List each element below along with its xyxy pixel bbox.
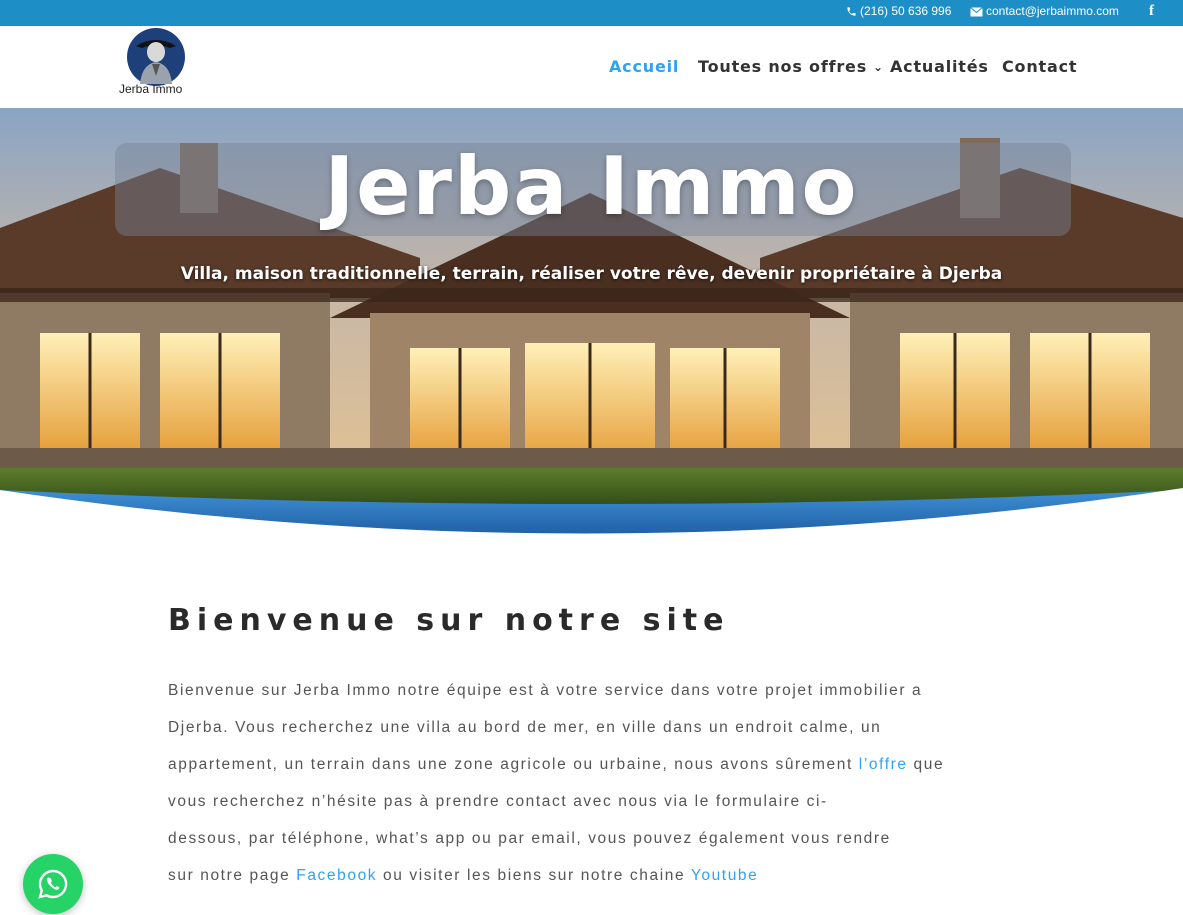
logo-text: Jerba Immo (119, 82, 183, 96)
phone-link[interactable]: (216) 50 636 996 (846, 0, 951, 22)
paragraph-text: sur notre page (168, 867, 297, 884)
paragraph-line: Bienvenue sur Jerba Immo notre équipe es… (168, 672, 998, 709)
paragraph-text: dessous, par téléphone, what’s app ou pa… (168, 830, 891, 847)
paragraph-line: dessous, par téléphone, what’s app ou pa… (168, 820, 998, 857)
email-address: contact@jerbaimmo.com (986, 4, 1119, 18)
phone-number: (216) 50 636 996 (860, 4, 952, 18)
envelope-icon (970, 7, 983, 17)
logo-mark-icon (127, 28, 185, 86)
top-bar: (216) 50 636 996 contact@jerbaimmo.com f (0, 0, 1183, 26)
hero-title: Jerba Immo (324, 140, 859, 233)
hero-subtitle: Villa, maison traditionnelle, terrain, r… (180, 264, 1003, 284)
whatsapp-button[interactable] (23, 854, 83, 914)
email-link[interactable]: contact@jerbaimmo.com (970, 0, 1119, 22)
youtube-link[interactable]: Youtube (691, 867, 759, 884)
paragraph-line: sur notre page Facebook ou visiter les b… (168, 857, 998, 894)
site-header: Jerba Immo Accueil Toutes nos offres ⌄ Ac… (0, 26, 1183, 108)
facebook-icon[interactable]: f (1149, 0, 1154, 22)
paragraph-text: vous recherchez n’hésite pas à prendre c… (168, 793, 828, 810)
paragraph-line: vous recherchez n’hésite pas à prendre c… (168, 783, 998, 820)
welcome-heading: Bienvenue sur notre site (168, 603, 730, 638)
paragraph-text: que (907, 756, 945, 773)
paragraph-text: ou visiter les biens sur notre chaine (377, 867, 691, 884)
nav-item-contact[interactable]: Contact (1002, 57, 1077, 76)
hero-banner: Jerba Immo Villa, maison traditionnelle,… (0, 108, 1183, 540)
phone-icon (847, 7, 856, 16)
nav-item-accueil[interactable]: Accueil (609, 57, 679, 76)
offer-link[interactable]: l’offre (859, 756, 908, 773)
nav-item-offres[interactable]: Toutes nos offres ⌄ (698, 57, 884, 76)
whatsapp-icon (38, 869, 68, 899)
chevron-down-icon: ⌄ (873, 60, 884, 74)
paragraph-text: appartement, un terrain dans une zone ag… (168, 756, 859, 773)
paragraph-text: Bienvenue sur Jerba Immo notre équipe es… (168, 682, 923, 699)
paragraph-line: appartement, un terrain dans une zone ag… (168, 746, 998, 783)
nav-item-actualites[interactable]: Actualités (890, 57, 989, 76)
facebook-link[interactable]: Facebook (296, 867, 377, 884)
paragraph-line: Djerba. Vous recherchez une villa au bor… (168, 709, 998, 746)
welcome-paragraph: Bienvenue sur Jerba Immo notre équipe es… (168, 672, 998, 894)
nav-item-offres-label: Toutes nos offres (698, 57, 868, 76)
paragraph-text: Djerba. Vous recherchez une villa au bor… (168, 719, 882, 736)
